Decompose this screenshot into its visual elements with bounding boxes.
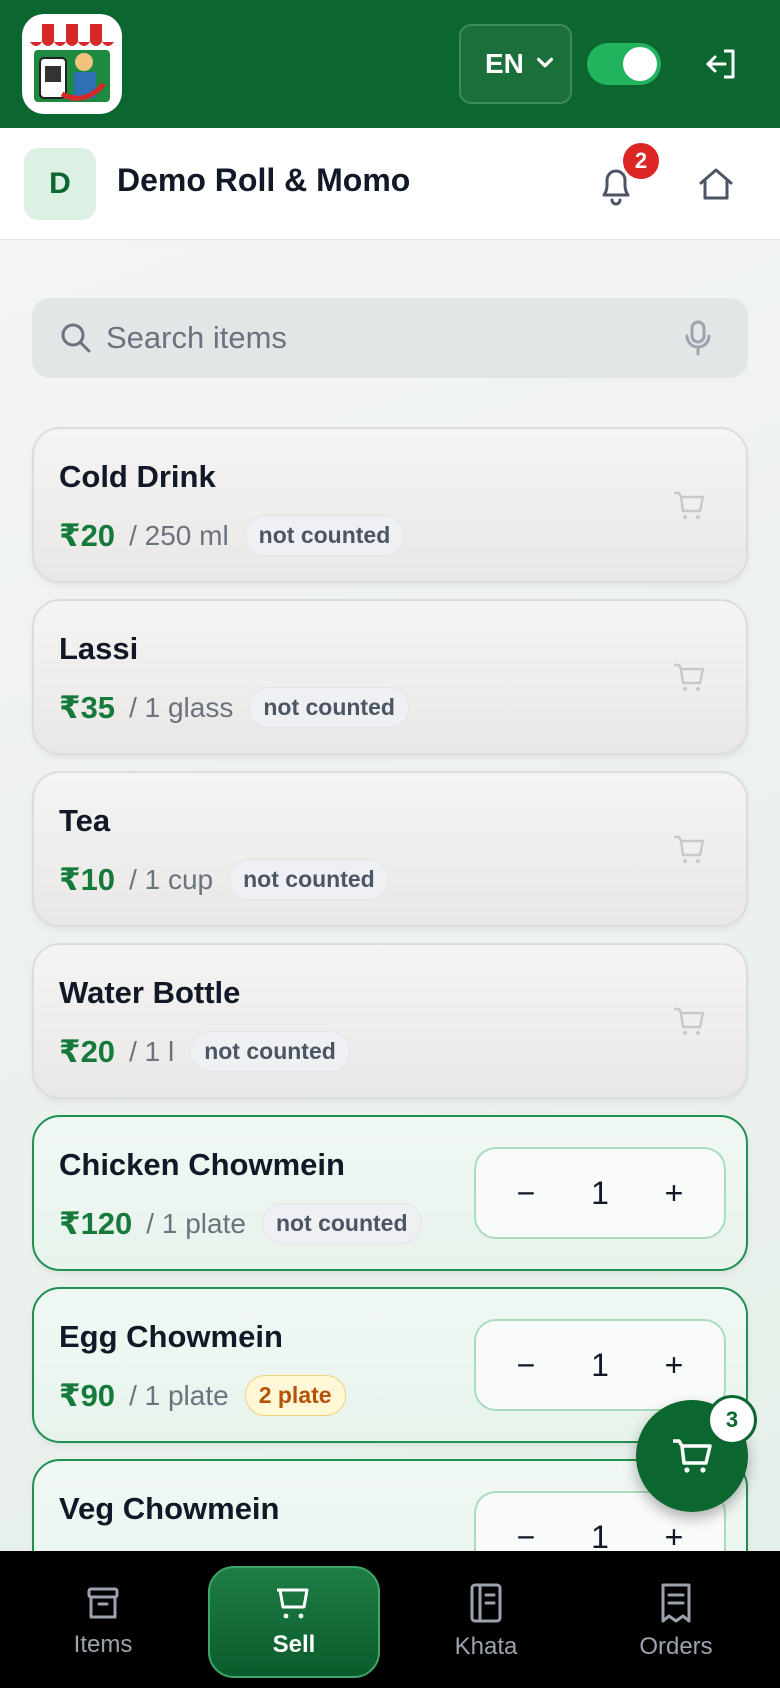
item-card-chicken-chowmein[interactable]: Chicken Chowmein ₹120 / 1 plate not coun… [32,1115,748,1271]
language-select[interactable]: EN [459,24,572,104]
add-to-cart-icon[interactable] [672,1005,706,1037]
nav-items[interactable]: Items [28,1566,178,1676]
increment-button[interactable]: + [654,1175,694,1212]
quantity-value: 1 [591,1518,609,1552]
nav-label: Khata [454,1633,518,1660]
cart-icon [277,1588,309,1619]
item-name: Lassi [59,631,139,666]
decrement-button[interactable]: − [506,1519,546,1552]
search-icon [61,323,91,353]
item-price: ₹10 [59,861,116,897]
chevron-down-icon [536,57,554,68]
nav-sell[interactable]: Sell [208,1566,380,1678]
ledger-icon [470,1583,502,1623]
item-card-lassi[interactable]: Lassi ₹35 / 1 glass not counted [32,599,748,755]
item-card-tea[interactable]: Tea ₹10 / 1 cup not counted [32,771,748,927]
search-bar[interactable] [32,298,748,378]
microphone-icon[interactable] [680,318,716,358]
quantity-stepper: − 1 + [474,1147,726,1239]
add-to-cart-icon[interactable] [672,661,706,693]
item-price: ₹35 [59,689,116,725]
item-unit: / 250 ml [129,519,229,551]
item-name: Veg Chowmein [59,1491,280,1526]
item-price: ₹20 [59,1033,116,1069]
item-price: ₹20 [59,517,116,553]
stock-badge: not counted [249,687,409,728]
item-card-egg-chowmein[interactable]: Egg Chowmein ₹90 / 1 plate 2 plate − 1 + [32,1287,748,1443]
item-name: Chicken Chowmein [59,1147,345,1182]
quantity-value: 1 [591,1174,609,1211]
stock-badge: not counted [229,859,389,900]
nav-orders[interactable]: Orders [601,1566,751,1676]
nav-label: Sell [272,1631,316,1658]
item-list-area[interactable]: Cold Drink ₹20 / 250 ml not counted Lass… [0,241,780,1551]
logout-icon[interactable] [700,44,740,84]
increment-button[interactable]: + [654,1519,694,1552]
increment-button[interactable]: + [654,1347,694,1384]
item-name: Cold Drink [59,459,216,494]
receipt-icon [661,1583,691,1623]
stock-badge: 2 plate [244,1375,346,1416]
home-icon[interactable] [696,164,736,204]
stock-badge: not counted [244,515,405,556]
search-input[interactable] [106,298,666,378]
decrement-button[interactable]: − [506,1347,546,1384]
shop-name: Demo Roll & Momo [117,162,411,198]
item-card-cold-drink[interactable]: Cold Drink ₹20 / 250 ml not counted [32,427,748,583]
stock-badge: not counted [190,1031,350,1072]
toggle-knob [623,47,657,81]
add-to-cart-icon[interactable] [672,489,706,521]
online-toggle[interactable] [587,43,661,85]
stock-badge: not counted [261,1203,422,1244]
item-price: ₹90 [59,1377,116,1413]
item-name: Tea [59,803,111,838]
language-label: EN [485,48,524,79]
item-price: ₹120 [59,1205,133,1241]
item-unit: / 1 plate [146,1207,246,1239]
item-name: Water Bottle [59,975,241,1010]
add-to-cart-icon[interactable] [672,833,706,865]
item-unit: / 1 glass [129,691,234,723]
cart-count-badge: 3 [707,1395,757,1445]
notification-badge: 2 [620,140,662,182]
nav-label: Orders [639,1633,713,1660]
box-icon [87,1587,119,1619]
bottom-navigation: Items Sell Khata Orders [0,1551,780,1688]
item-unit: / 1 l [129,1035,175,1067]
item-card-water-bottle[interactable]: Water Bottle ₹20 / 1 l not counted [32,943,748,1099]
quantity-stepper: − 1 + [474,1319,726,1411]
quantity-value: 1 [591,1346,609,1383]
decrement-button[interactable]: − [506,1175,546,1212]
shop-header: D Demo Roll & Momo 2 [0,128,780,240]
item-unit: / 1 cup [129,863,214,895]
item-name: Egg Chowmein [59,1319,283,1354]
cart-icon [673,1439,712,1473]
top-bar: EN [0,0,780,128]
nav-label: Items [73,1631,133,1658]
item-unit: / 1 plate [129,1379,229,1411]
shop-avatar[interactable]: D [24,148,96,220]
nav-khata[interactable]: Khata [411,1566,561,1676]
app-logo[interactable] [22,14,122,114]
